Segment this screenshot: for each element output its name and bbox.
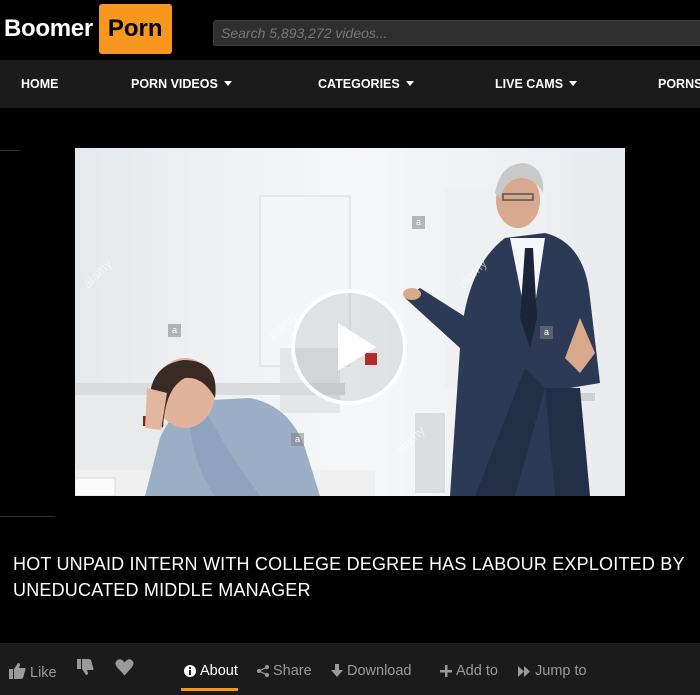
dislike-button[interactable] <box>77 658 94 681</box>
heart-icon <box>115 659 134 676</box>
video-title: HOT UNPAID INTERN WITH COLLEGE DEGREE HA… <box>13 554 685 600</box>
nav-item-porn-videos[interactable]: PORN VIDEOS <box>131 77 232 91</box>
active-tab-indicator <box>181 688 238 691</box>
nav-item-categories[interactable]: CATEGORIES <box>318 77 414 91</box>
nav-item-label: PORN VIDEOS <box>131 77 218 91</box>
download-arrow-icon <box>331 664 343 677</box>
add-to-button[interactable]: Add to <box>440 663 498 679</box>
like-button[interactable]: Like <box>9 663 57 681</box>
download-label: Download <box>347 663 412 679</box>
favorite-button[interactable] <box>115 658 134 681</box>
logo-text-highlight: Porn <box>98 4 172 54</box>
site-header: Boomer Porn Search 5,893,272 videos... <box>0 0 700 58</box>
caret-down-icon <box>223 81 232 86</box>
caret-down-icon <box>569 81 578 86</box>
thumbs-up-icon <box>9 663 26 679</box>
jump-to-button[interactable]: Jump to <box>518 663 587 679</box>
nav-item-label: HOME <box>21 77 59 91</box>
share-button[interactable]: Share <box>257 663 312 679</box>
video-action-bar: Like About Share Download Add to Jump to <box>0 643 700 695</box>
play-icon <box>338 323 376 371</box>
watermark-badge: a <box>168 324 181 337</box>
fast-forward-icon <box>518 666 530 677</box>
nav-item-home[interactable]: HOME <box>21 77 59 91</box>
divider <box>0 150 20 151</box>
about-label: About <box>200 663 238 679</box>
like-label: Like <box>30 665 57 681</box>
tab-about[interactable]: About <box>184 663 238 679</box>
nav-item-label: PORNS <box>658 77 700 91</box>
nav-item-label: LIVE CAMS <box>495 77 564 91</box>
divider <box>0 516 55 517</box>
jump-to-label: Jump to <box>535 663 587 679</box>
caret-down-icon <box>405 81 414 86</box>
info-icon <box>184 665 196 677</box>
logo-text-primary: Boomer <box>4 15 93 42</box>
main-nav: HOME PORN VIDEOS CATEGORIES LIVE CAMS PO… <box>0 60 700 108</box>
nav-item-label: CATEGORIES <box>318 77 400 91</box>
download-button[interactable]: Download <box>331 663 412 679</box>
search-input[interactable]: Search 5,893,272 videos... <box>213 20 700 46</box>
watermark-badge: a <box>540 326 553 339</box>
watermark-badge: a <box>291 433 304 446</box>
nav-item-porns[interactable]: PORNS <box>658 77 700 91</box>
add-to-label: Add to <box>456 663 498 679</box>
site-logo[interactable]: Boomer Porn <box>4 4 172 54</box>
share-label: Share <box>273 663 312 679</box>
thumbs-down-icon <box>77 659 94 675</box>
play-button[interactable] <box>291 289 407 405</box>
share-icon <box>257 665 269 677</box>
plus-icon <box>440 665 452 677</box>
watermark-badge: a <box>412 216 425 229</box>
nav-item-live-cams[interactable]: LIVE CAMS <box>495 77 578 91</box>
